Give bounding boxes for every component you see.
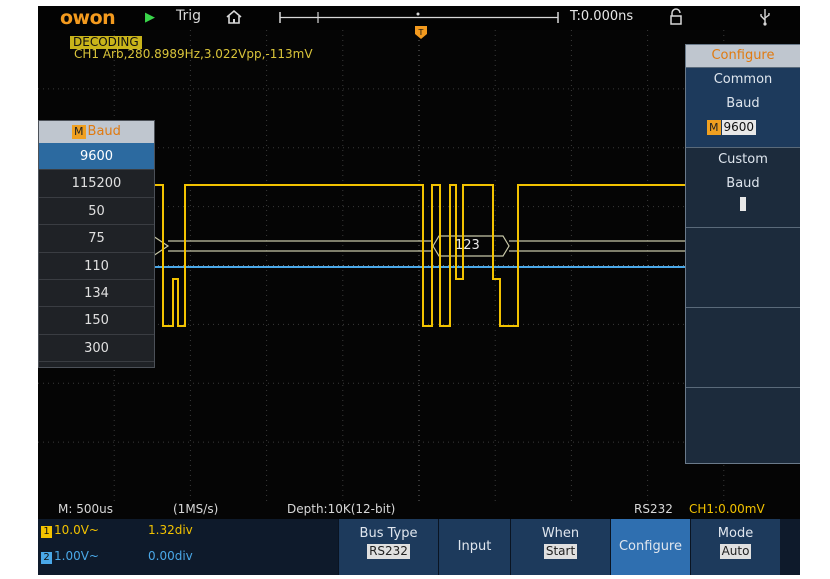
time-position: T:0.000ns	[570, 9, 634, 24]
decode-value: 123	[455, 238, 480, 253]
usb-icon	[760, 9, 770, 26]
custom-baud-label: Baud	[726, 176, 760, 191]
timebase: M: 500us	[58, 502, 113, 516]
ch2-scale: 1.00V~	[54, 549, 99, 563]
baud-option[interactable]: 50	[39, 198, 154, 226]
ch2-offset: 0.00div	[148, 549, 193, 563]
sample-rate: (1MS/s)	[173, 502, 219, 516]
common-baud-button[interactable]: Common Baud M 9600	[686, 67, 800, 148]
trigger-level: CH1:0.00mV	[689, 502, 765, 516]
bus-type-value: RS232	[367, 544, 410, 559]
when-softkey[interactable]: When Start	[510, 519, 610, 575]
baud-option[interactable]: 110	[39, 253, 154, 280]
bottom-status: M: 500us (1MS/s) Depth:10K(12-bit) RS232…	[38, 501, 800, 519]
softkey-bar: 1 10.0V~ 1.32div 2 1.00V~ 0.00div Bus Type…	[38, 519, 800, 575]
common-baud-tag: M	[707, 120, 721, 135]
trig-status: Trig	[176, 8, 202, 24]
svg-text:T: T	[418, 28, 424, 37]
configure-softkey[interactable]: Configure	[610, 519, 690, 575]
ch1-badge: 1	[41, 526, 52, 538]
configure-panel: Configure Common Baud M 9600 Custom Baud	[685, 44, 800, 464]
custom-baud-button[interactable]: Custom Baud	[686, 147, 800, 228]
configure-label: Configure	[618, 539, 682, 554]
baud-option[interactable]: 134	[39, 280, 154, 308]
input-softkey[interactable]: Input	[438, 519, 510, 575]
mode-label: Mode	[717, 526, 754, 541]
trigger-marker-icon[interactable]: T	[413, 25, 429, 41]
ch2-badge: 2	[41, 552, 52, 564]
bus-type-status: RS232	[634, 502, 673, 516]
home-icon[interactable]	[225, 8, 243, 26]
baud-option[interactable]: 9600	[39, 143, 154, 171]
lock-icon	[670, 8, 682, 25]
baud-list-popup: M Baud 9600 115200 50 75 110 134 150 300	[38, 120, 155, 368]
bus-type-label: Bus Type	[359, 526, 418, 541]
panel-slot-4[interactable]	[686, 307, 800, 388]
panel-slot-5[interactable]	[686, 387, 800, 464]
bus-type-softkey[interactable]: Bus Type RS232	[338, 519, 438, 575]
memory-depth: Depth:10K(12-bit)	[287, 502, 396, 516]
baud-tag: M	[72, 125, 86, 139]
when-label: When	[541, 526, 580, 541]
channel-measurement: CH1 Arb,280.8989Hz,3.022Vpp,-113mV	[74, 47, 313, 61]
input-label: Input	[457, 539, 492, 554]
mode-softkey[interactable]: Mode Auto	[690, 519, 780, 575]
custom-baud-cursor	[740, 197, 746, 211]
baud-title: Baud	[87, 124, 121, 139]
common-baud-value: 9600	[721, 120, 757, 135]
ch2-scale-row[interactable]: 2 1.00V~	[41, 549, 99, 564]
ch1-scale-row[interactable]: 1 10.0V~	[41, 523, 99, 538]
common-baud-value-row: M 9600	[686, 116, 800, 140]
mode-value: Auto	[719, 544, 752, 559]
ch1-scale: 10.0V~	[54, 523, 99, 537]
baud-option[interactable]: 300	[39, 335, 154, 363]
brand-logo: owon	[60, 7, 116, 29]
custom-baud-value-row	[686, 196, 800, 220]
panel-slot-3[interactable]	[686, 227, 800, 308]
common-label: Common	[713, 72, 773, 87]
baud-option[interactable]: 115200	[39, 170, 154, 198]
custom-label: Custom	[718, 152, 768, 167]
configure-title: Configure	[686, 45, 800, 67]
when-value: Start	[543, 544, 578, 559]
run-icon[interactable]: ▶	[145, 10, 155, 25]
baud-option[interactable]: 75	[39, 225, 154, 253]
common-baud-label: Baud	[726, 96, 760, 111]
baud-list-title: M Baud	[39, 121, 154, 143]
trigger-position-bar[interactable]	[278, 12, 560, 23]
ch1-offset: 1.32div	[148, 523, 193, 537]
oscilloscope-screen: owon ▶ Trig T:0.000ns DECODING CH1 Arb,2…	[38, 6, 800, 575]
baud-option[interactable]: 150	[39, 307, 154, 335]
